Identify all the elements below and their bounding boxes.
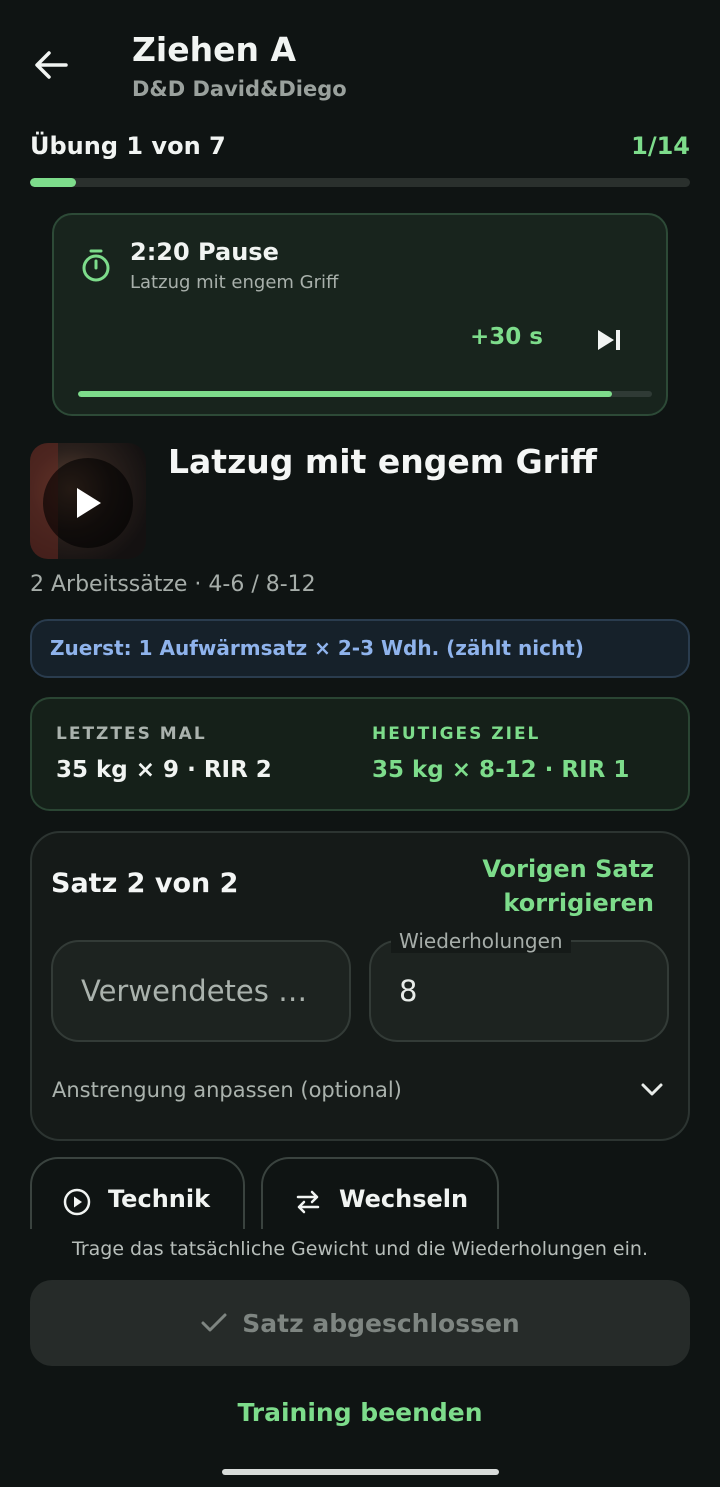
- swap-arrows-icon: [296, 1190, 320, 1214]
- effort-adjust-toggle[interactable]: Anstrengung anpassen (optional): [52, 1075, 670, 1109]
- rest-timer-exercise: Latzug mit engem Griff: [130, 272, 339, 293]
- set-title: Satz 2 von 2: [51, 868, 239, 899]
- today-goal-heading: HEUTIGES ZIEL: [372, 724, 541, 744]
- check-icon: [201, 1313, 227, 1332]
- reps-field[interactable]: [369, 940, 669, 1042]
- warmup-text: Zuerst: 1 Aufwärmsatz × 2-3 Wdh. (zählt …: [50, 636, 584, 660]
- correct-previous-set-line1: Vorigen Satz: [482, 855, 654, 883]
- back-button[interactable]: [22, 40, 80, 90]
- reps-input[interactable]: [399, 974, 639, 1008]
- end-workout-button[interactable]: Training beenden: [0, 1398, 720, 1427]
- chevron-down-icon: [641, 1083, 663, 1096]
- today-goal-value: 35 kg × 8-12 · RIR 1: [372, 757, 630, 783]
- add-30s-button[interactable]: +30 s: [470, 324, 543, 350]
- arrow-left-icon: [35, 51, 68, 79]
- play-icon: [77, 488, 101, 518]
- input-hint: Trage das tatsächliche Gewicht und die W…: [72, 1238, 648, 1260]
- correct-previous-set-link[interactable]: Vorigen Satz korrigieren: [454, 852, 654, 920]
- effort-adjust-label: Anstrengung anpassen (optional): [52, 1078, 402, 1102]
- technique-label: Technik: [108, 1185, 211, 1213]
- page-title: Ziehen A: [132, 30, 297, 69]
- home-indicator[interactable]: [222, 1469, 499, 1475]
- comparison-card: [30, 697, 690, 811]
- play-circle-icon: [63, 1188, 91, 1216]
- skip-rest-button[interactable]: [590, 322, 628, 358]
- weight-input[interactable]: [81, 974, 321, 1008]
- exercise-name: Latzug mit engem Griff: [168, 442, 597, 481]
- exercise-progress-label: Übung 1 von 7: [30, 132, 226, 160]
- workout-progress-bar: [30, 178, 690, 187]
- exercise-meta: 2 Arbeitssätze · 4-6 / 8-12: [30, 572, 316, 597]
- complete-set-button[interactable]: Satz abgeschlossen: [30, 1280, 690, 1366]
- switch-label: Wechseln: [339, 1185, 469, 1213]
- stopwatch-icon: [82, 249, 110, 282]
- rest-timer-progress: [78, 391, 652, 397]
- workout-progress-fill: [30, 178, 77, 187]
- correct-previous-set-line2: korrigieren: [503, 889, 654, 917]
- skip-next-icon: [598, 330, 620, 350]
- last-time-heading: LETZTES MAL: [56, 724, 207, 744]
- complete-set-label: Satz abgeschlossen: [242, 1308, 520, 1338]
- rest-timer-progress-fill: [78, 391, 612, 397]
- reps-field-label: Wiederholungen: [391, 929, 571, 953]
- weight-field[interactable]: [51, 940, 351, 1042]
- play-overlay: [43, 458, 133, 548]
- technique-button[interactable]: Technik: [30, 1157, 245, 1229]
- switch-exercise-button[interactable]: Wechseln: [261, 1157, 499, 1229]
- last-time-value: 35 kg × 9 · RIR 2: [56, 757, 272, 783]
- plan-subtitle: D&D David&Diego: [132, 77, 347, 101]
- exercise-video-thumbnail[interactable]: [30, 443, 146, 559]
- rest-timer-title: 2:20 Pause: [130, 238, 279, 266]
- set-counter: 1/14: [631, 132, 690, 160]
